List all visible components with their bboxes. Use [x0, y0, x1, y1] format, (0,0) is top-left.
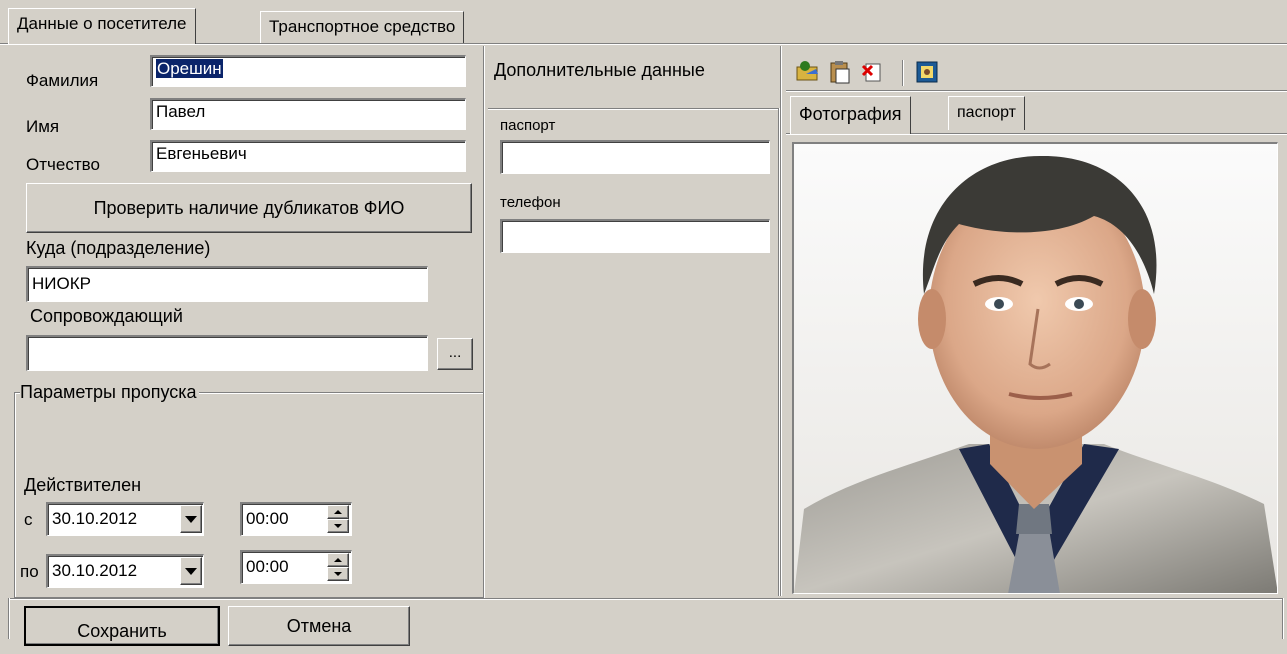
department-label: Куда (подразделение): [26, 238, 211, 258]
spin-up-icon[interactable]: [327, 553, 349, 567]
chevron-down-icon: [185, 515, 197, 523]
left-splitter: [483, 46, 485, 596]
footer-edge-left: [8, 598, 10, 639]
save-button[interactable]: Сохранить: [24, 606, 220, 646]
capture-photo-icon[interactable]: [912, 58, 942, 86]
escort-browse-button[interactable]: ...: [437, 338, 473, 370]
phone-label: телефон: [500, 194, 561, 211]
spin-down-icon[interactable]: [327, 519, 349, 533]
photo-frame: [792, 142, 1278, 594]
photo-toolbar-divider: [786, 90, 1287, 92]
passport-label: паспорт: [500, 117, 556, 134]
visitor-photo: [794, 144, 1277, 593]
spin-down-icon[interactable]: [327, 567, 349, 581]
escort-label: Сопровождающий: [30, 306, 183, 326]
to-time-value: 00:00: [246, 557, 289, 576]
to-label: по: [20, 562, 39, 581]
tab-passport-scan[interactable]: паспорт: [948, 96, 1025, 130]
toolbar-separator: [902, 60, 904, 86]
paste-icon[interactable]: [826, 58, 856, 86]
name-input[interactable]: Павел: [150, 98, 466, 130]
escort-input[interactable]: [26, 335, 428, 371]
department-input[interactable]: НИОКР: [26, 266, 428, 302]
passport-input[interactable]: [500, 140, 770, 174]
spin-up-icon[interactable]: [327, 505, 349, 519]
to-date-dropdown[interactable]: [180, 557, 202, 585]
surname-input[interactable]: Орешин: [150, 55, 466, 87]
delete-photo-icon[interactable]: [858, 58, 888, 86]
phone-input[interactable]: [500, 219, 770, 253]
tab-visitor-data[interactable]: Данные о посетителе: [8, 8, 196, 44]
valid-label: Действителен: [24, 475, 142, 495]
from-time-spinner[interactable]: [327, 505, 349, 533]
surname-value: Орешин: [156, 59, 223, 78]
from-date-value: 30.10.2012: [52, 509, 138, 528]
additional-data-divider: [488, 108, 778, 110]
right-splitter: [780, 46, 782, 596]
to-time-spinner[interactable]: [327, 553, 349, 581]
additional-data-title: Дополнительные данные: [494, 60, 705, 80]
check-duplicates-button[interactable]: Проверить наличие дубликатов ФИО: [26, 183, 472, 233]
patronymic-input[interactable]: Евгеньевич: [150, 140, 466, 172]
additional-data-edge: [778, 108, 780, 596]
cancel-button[interactable]: Отмена: [228, 606, 410, 646]
name-label: Имя: [26, 117, 60, 136]
patronymic-label: Отчество: [26, 155, 100, 174]
tab-photo[interactable]: Фотография: [790, 96, 911, 134]
pass-params-label: Параметры пропуска: [20, 382, 199, 402]
footer-edge-right: [1282, 598, 1284, 639]
from-time-value: 00:00: [246, 509, 289, 528]
from-date-dropdown[interactable]: [180, 505, 202, 533]
open-photo-icon[interactable]: [794, 58, 824, 86]
surname-label: Фамилия: [26, 71, 99, 90]
from-label: с: [24, 510, 33, 529]
tab-vehicle[interactable]: Транспортное средство: [260, 11, 465, 43]
to-date-value: 30.10.2012: [52, 561, 138, 580]
footer-divider: [8, 598, 1283, 600]
chevron-down-icon: [185, 567, 197, 575]
